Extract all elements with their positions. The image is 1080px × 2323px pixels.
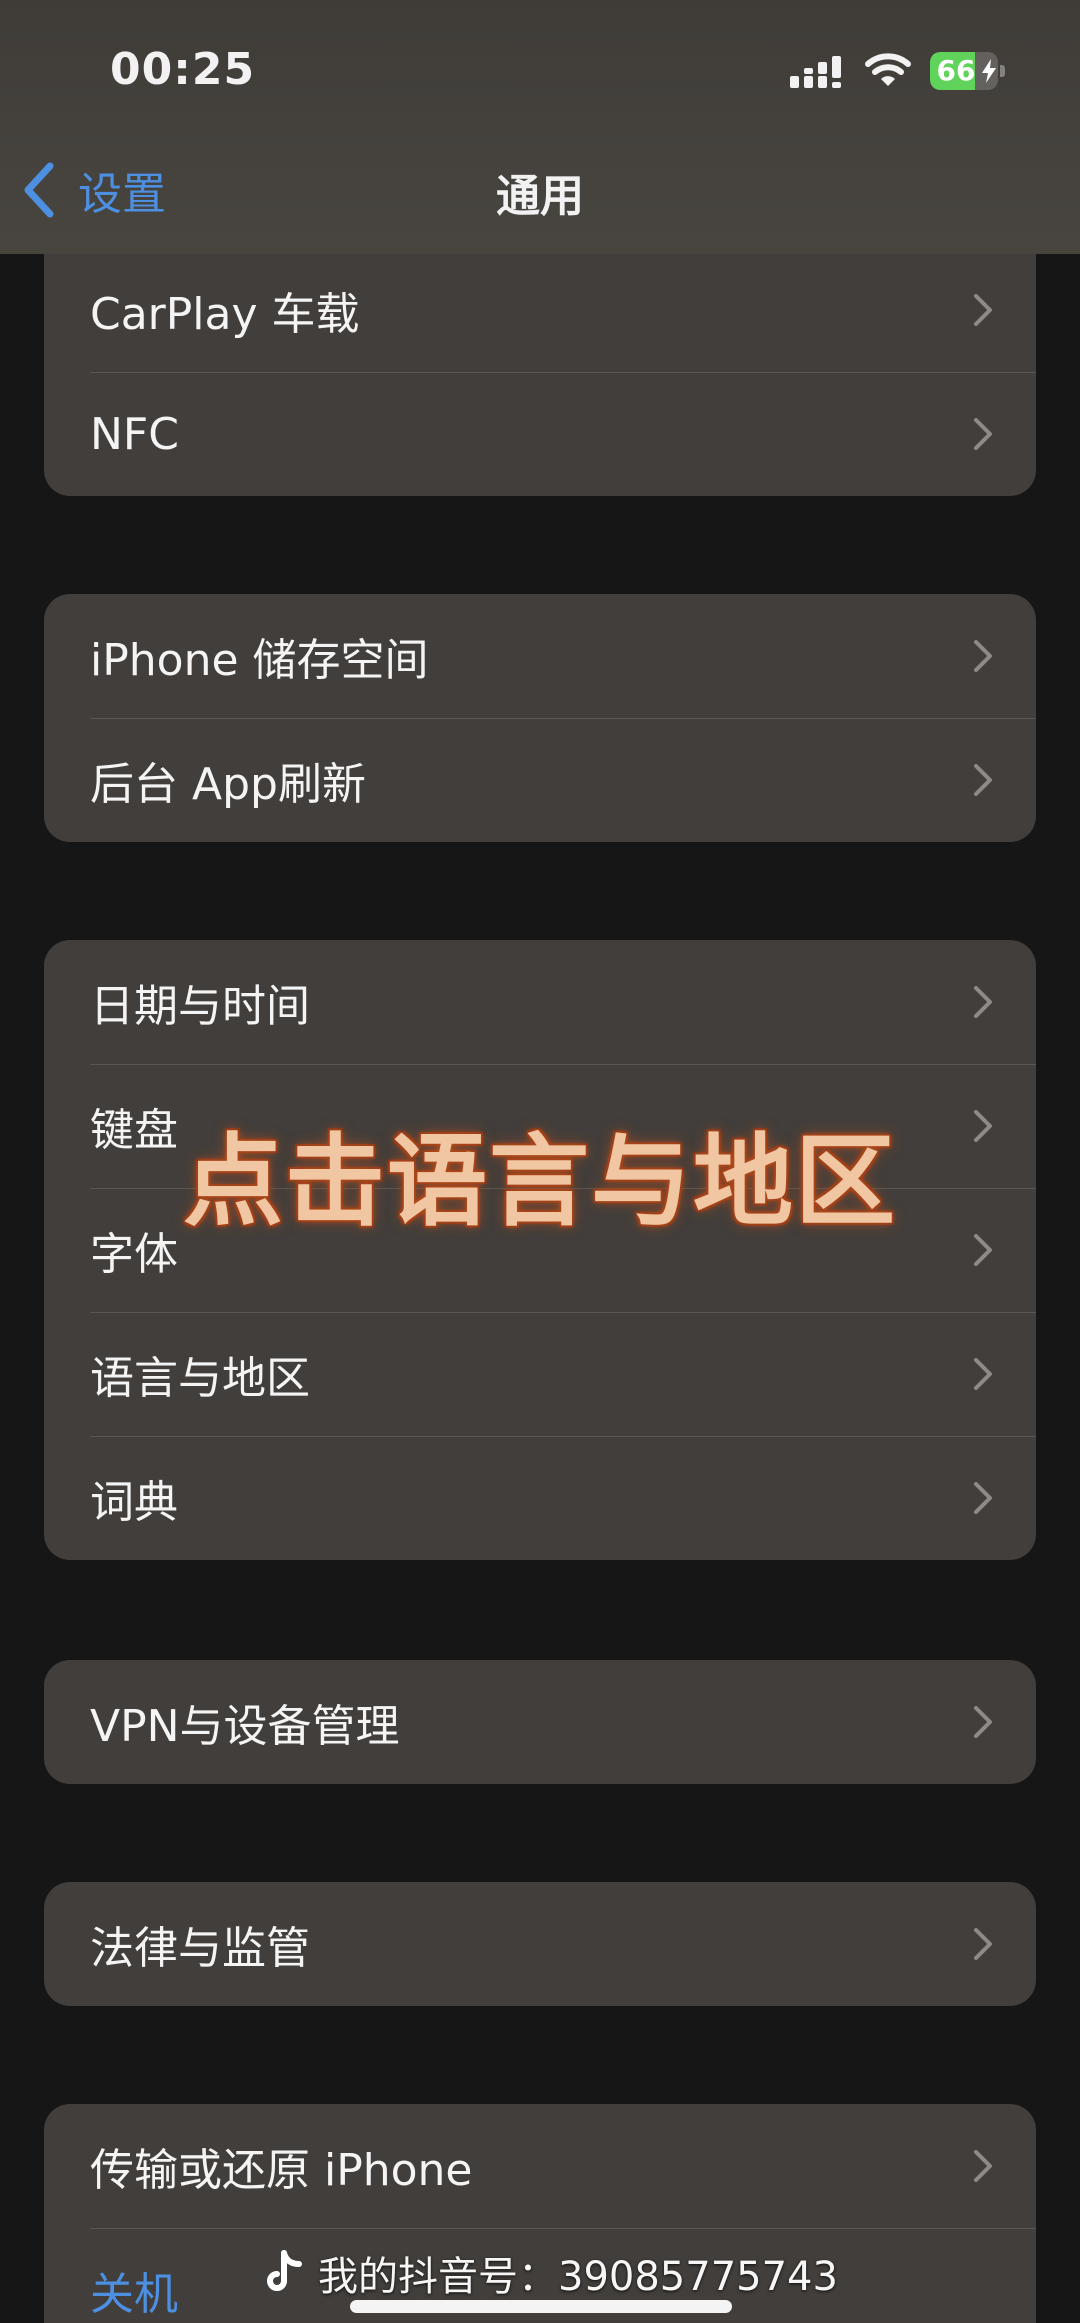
tiktok-logo-icon — [267, 2250, 302, 2291]
row-label: 后台 App刷新 — [90, 759, 366, 810]
row-transfer-reset[interactable]: 传输或还原 iPhone — [44, 2104, 1036, 2228]
chevron-right-icon — [974, 294, 992, 326]
battery-cap — [1000, 65, 1005, 77]
row-background-app-refresh[interactable]: 后台 App刷新 — [44, 718, 1036, 842]
chevron-right-icon — [974, 1706, 992, 1738]
chevron-right-icon — [974, 1482, 992, 1514]
chevron-right-icon — [974, 986, 992, 1018]
row-carplay[interactable]: CarPlay 车载 — [44, 248, 1036, 372]
watermark-text: 我的抖音号：39085775743 — [318, 2254, 838, 2300]
group-storage: iPhone 储存空间 后台 App刷新 — [44, 594, 1036, 842]
row-date-time[interactable]: 日期与时间 — [44, 940, 1036, 1064]
wifi-icon — [865, 53, 911, 86]
row-label: iPhone 储存空间 — [90, 635, 429, 686]
row-legal-regulatory[interactable]: 法律与监管 — [44, 1882, 1036, 2006]
group-legal: 法律与监管 — [44, 1882, 1036, 2006]
top-bar: 00:25 66 设置 通用 — [0, 0, 1080, 254]
battery-percentage: 66 — [936, 54, 976, 87]
row-iphone-storage[interactable]: iPhone 储存空间 — [44, 594, 1036, 718]
cellular-signal-icon — [790, 56, 841, 88]
row-label: 传输或还原 iPhone — [90, 2145, 473, 2196]
instruction-caption: 点击语言与地区 — [183, 1123, 897, 1240]
charging-bolt-icon — [982, 59, 996, 83]
row-label: CarPlay 车载 — [90, 289, 360, 340]
chevron-right-icon — [974, 764, 992, 796]
status-time: 00:25 — [110, 44, 256, 95]
row-label: 日期与时间 — [90, 981, 310, 1032]
row-language-region[interactable]: 语言与地区 — [44, 1312, 1036, 1436]
row-label: VPN与设备管理 — [90, 1701, 400, 1752]
shut-down-label: 关机 — [90, 2269, 178, 2320]
settings-general-screen: 00:25 66 设置 通用 CarPlay 车载 NFC iPhone 储存空… — [0, 0, 1080, 2323]
group-locale: 日期与时间 键盘 字体 语言与地区 词典 — [44, 940, 1036, 1560]
row-vpn-device-management[interactable]: VPN与设备管理 — [44, 1660, 1036, 1784]
chevron-right-icon — [974, 1928, 992, 1960]
douyin-watermark: 我的抖音号：39085775743 — [262, 2245, 838, 2301]
row-label: 词典 — [90, 1477, 178, 1528]
row-label: 法律与监管 — [90, 1923, 310, 1974]
chevron-right-icon — [974, 418, 992, 450]
page-title: 通用 — [496, 171, 584, 222]
row-label: 语言与地区 — [90, 1353, 310, 1404]
row-dictionary[interactable]: 词典 — [44, 1436, 1036, 1560]
group-vpn: VPN与设备管理 — [44, 1660, 1036, 1784]
row-nfc[interactable]: NFC — [44, 372, 1036, 496]
chevron-right-icon — [974, 2150, 992, 2182]
chevron-right-icon — [974, 640, 992, 672]
battery-charging-icon: 66 — [930, 52, 1006, 90]
home-indicator[interactable] — [350, 2300, 732, 2313]
battery-body: 66 — [930, 52, 998, 90]
chevron-right-icon — [974, 1358, 992, 1390]
row-label: NFC — [90, 408, 179, 460]
